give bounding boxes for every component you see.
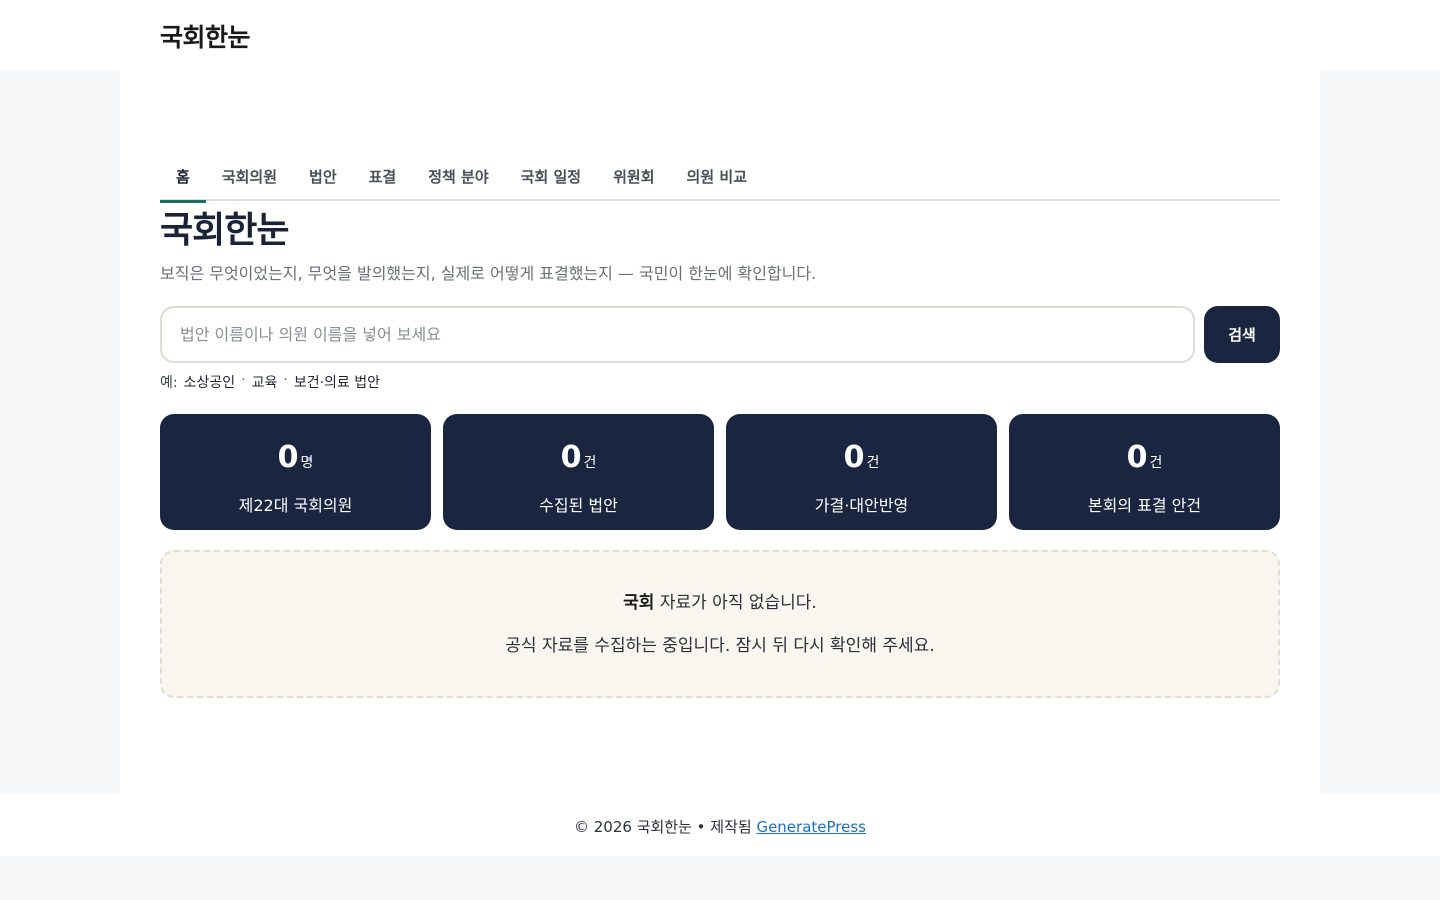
nav-tab-bills[interactable]: 법안 — [293, 156, 353, 201]
footer-link[interactable]: GeneratePress — [756, 818, 866, 836]
site-title[interactable]: 국회한눈 — [160, 18, 251, 54]
search-button[interactable]: 검색 — [1204, 306, 1280, 363]
stat-card-bills: 0건 수집된 법안 — [443, 414, 714, 530]
stat-card-votes: 0건 본회의 표결 안건 — [1009, 414, 1280, 530]
stat-label: 가결·대안반영 — [814, 496, 909, 515]
stat-label: 수집된 법안 — [539, 496, 618, 515]
nav-tab-committees[interactable]: 위원회 — [597, 156, 670, 201]
stat-value: 0 — [1126, 440, 1148, 475]
stat-label: 제22대 국회의원 — [238, 496, 353, 515]
empty-state-detail: 공식 자료를 수집하는 중입니다. 잠시 뒤 다시 확인해 주세요. — [505, 636, 935, 656]
stat-unit: 건 — [866, 455, 880, 471]
main-nav: 홈 국회의원 법안 표결 정책 분야 국회 일정 위원회 의원 비교 — [160, 156, 1280, 203]
empty-state-text: 자료가 아직 없습니다. — [654, 593, 817, 613]
search-examples: 예: 소상공인 · 교육 · 보건·의료 법안 — [160, 372, 1280, 392]
page-title: 국회한눈 — [160, 210, 289, 251]
empty-state-notice: 국회 자료가 아직 없습니다. 공식 자료를 수집하는 중입니다. 잠시 뒤 다… — [160, 550, 1280, 698]
page-subtitle: 보직은 무엇이었는지, 무엇을 발의했는지, 실제로 어떻게 표결했는지 — 국… — [160, 264, 817, 283]
stat-unit: 건 — [583, 455, 597, 471]
nav-tab-votes[interactable]: 표결 — [353, 156, 413, 201]
nav-tab-compare[interactable]: 의원 비교 — [671, 156, 763, 201]
nav-tab-schedule[interactable]: 국회 일정 — [505, 156, 597, 201]
separator: · — [241, 372, 246, 388]
search-bar: 검색 — [160, 306, 1280, 363]
separator: · — [283, 372, 288, 388]
nav-tab-home[interactable]: 홈 — [160, 156, 206, 203]
example-link[interactable]: 교육 — [252, 372, 278, 392]
main-content: 홈 국회의원 법안 표결 정책 분야 국회 일정 위원회 의원 비교 국회한눈 … — [120, 70, 1320, 794]
stat-value: 0 — [843, 440, 865, 475]
stat-card-passed: 0건 가결·대안반영 — [726, 414, 997, 530]
stat-value: 0 — [277, 440, 299, 475]
example-link[interactable]: 소상공인 — [184, 372, 236, 392]
site-header: 국회한눈 — [0, 0, 1440, 70]
stat-unit: 명 — [300, 455, 314, 471]
empty-state-bold: 국회 — [623, 593, 655, 613]
search-input[interactable] — [160, 306, 1195, 363]
stat-unit: 건 — [1149, 455, 1163, 471]
nav-tab-policy[interactable]: 정책 분야 — [412, 156, 504, 201]
stat-value: 0 — [560, 440, 582, 475]
example-link[interactable]: 보건·의료 법안 — [294, 372, 380, 392]
examples-prefix: 예: — [160, 375, 178, 391]
stat-label: 본회의 표결 안건 — [1087, 496, 1202, 515]
nav-tab-members[interactable]: 국회의원 — [206, 156, 293, 201]
stats-row: 0명 제22대 국회의원 0건 수집된 법안 0건 가결·대안반영 0건 본회의… — [160, 414, 1280, 530]
site-footer: © 2026 국회한눈 • 제작됨 GeneratePress — [0, 794, 1440, 856]
stat-card-members: 0명 제22대 국회의원 — [160, 414, 431, 530]
footer-text: © 2026 국회한눈 • 제작됨 — [573, 818, 757, 836]
